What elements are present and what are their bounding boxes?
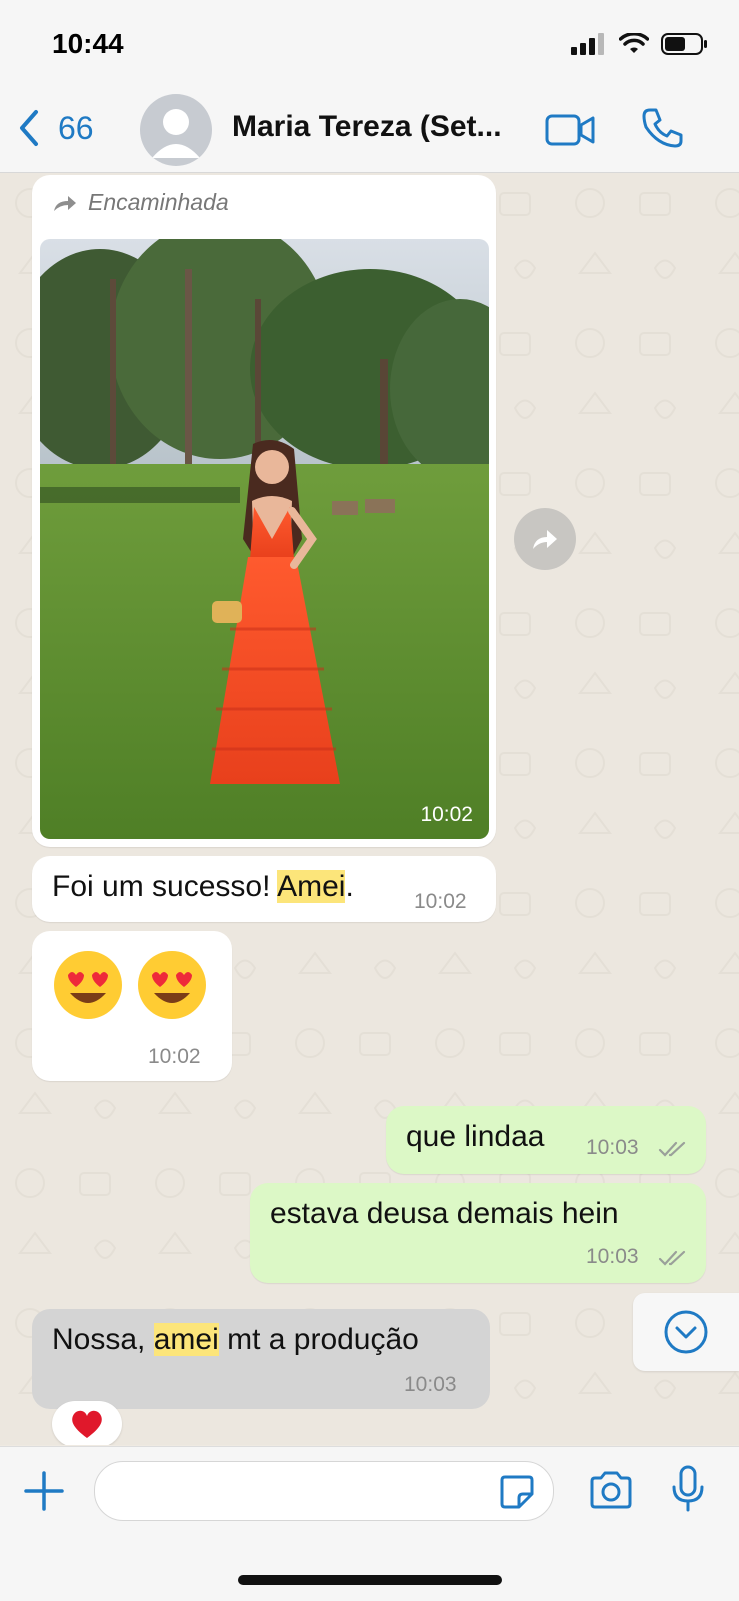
message-time: 10:02 — [414, 890, 467, 913]
voice-call-button[interactable] — [640, 106, 684, 155]
outgoing-message[interactable]: estava deusa demais hein 10:03 — [250, 1183, 706, 1283]
message-text: Nossa, amei mt a produção — [52, 1323, 419, 1357]
forwarded-text: Encaminhada — [88, 189, 229, 215]
video-camera-icon — [545, 114, 595, 146]
microphone-button[interactable] — [670, 1465, 706, 1518]
heart-eyes-emoji-icon — [54, 951, 122, 1019]
photo-illustration — [40, 239, 489, 839]
status-icons — [571, 32, 709, 56]
chevron-left-icon — [20, 110, 38, 146]
message-text-part: Nossa, — [52, 1323, 154, 1356]
message-text-part: . — [345, 870, 354, 903]
sticker-icon — [500, 1475, 534, 1509]
microphone-icon — [672, 1465, 704, 1512]
share-arrow-icon — [533, 530, 557, 549]
forward-button[interactable] — [514, 508, 576, 570]
message-text-part: mt a produção — [218, 1323, 419, 1356]
message-text: Foi um sucesso! Amei. — [52, 870, 354, 904]
attach-button[interactable] — [24, 1471, 64, 1516]
plus-icon — [24, 1471, 64, 1511]
heart-icon — [72, 1410, 102, 1438]
battery-icon — [661, 33, 707, 55]
camera-icon — [590, 1471, 632, 1509]
message-time: 10:03 — [586, 1245, 639, 1268]
chevron-down-circle-icon — [664, 1310, 708, 1354]
incoming-message[interactable]: Foi um sucesso! Amei. 10:02 — [32, 856, 496, 922]
back-button[interactable]: 66 — [16, 108, 94, 148]
wifi-icon — [619, 33, 649, 53]
chat-header: 66 Maria Tereza (Set... — [0, 90, 739, 173]
contact-avatar[interactable] — [140, 94, 212, 166]
heart-eyes-emoji-icon — [138, 951, 206, 1019]
video-call-button[interactable] — [545, 110, 597, 155]
camera-button[interactable] — [588, 1471, 634, 1514]
input-bar — [0, 1446, 739, 1601]
double-check-icon — [658, 1250, 686, 1266]
home-indicator — [238, 1575, 502, 1585]
message-text: que lindaa — [406, 1120, 545, 1153]
message-time: 10:03 — [404, 1373, 457, 1396]
unread-count: 66 — [58, 109, 94, 146]
phone-icon — [642, 108, 683, 148]
contact-name[interactable]: Maria Tereza (Set... — [232, 110, 502, 144]
scroll-to-bottom-button[interactable] — [633, 1293, 739, 1371]
shared-photo[interactable]: 10:02 — [40, 239, 489, 839]
image-message[interactable]: Encaminhada 10:02 — [32, 175, 496, 847]
message-time: 10:02 — [148, 1045, 201, 1068]
emoji-message[interactable]: 10:02 — [32, 931, 232, 1081]
person-icon — [152, 109, 200, 158]
message-time: 10:03 — [586, 1136, 639, 1159]
signal-icon — [571, 33, 604, 55]
forwarded-label: Encaminhada — [52, 189, 229, 216]
message-text: estava deusa demais hein — [270, 1197, 619, 1230]
search-highlight: Amei — [277, 870, 346, 903]
sticker-button[interactable] — [499, 1474, 535, 1515]
reaction-badge[interactable] — [52, 1401, 122, 1445]
status-bar: 10:44 — [0, 0, 739, 90]
forward-arrow-icon — [54, 195, 76, 211]
double-check-icon — [658, 1141, 686, 1157]
chat-area[interactable]: Encaminhada 10:02 Foi um sucesso! Amei. … — [0, 173, 739, 1445]
incoming-message-selected[interactable]: Nossa, amei mt a produção 10:03 — [32, 1309, 490, 1409]
message-input[interactable] — [94, 1461, 554, 1521]
photo-time: 10:02 — [420, 803, 473, 826]
search-highlight: amei — [153, 1323, 219, 1356]
status-time: 10:44 — [52, 28, 124, 59]
message-text-part: Foi um sucesso! — [52, 870, 278, 903]
outgoing-message[interactable]: que lindaa 10:03 — [386, 1106, 706, 1174]
